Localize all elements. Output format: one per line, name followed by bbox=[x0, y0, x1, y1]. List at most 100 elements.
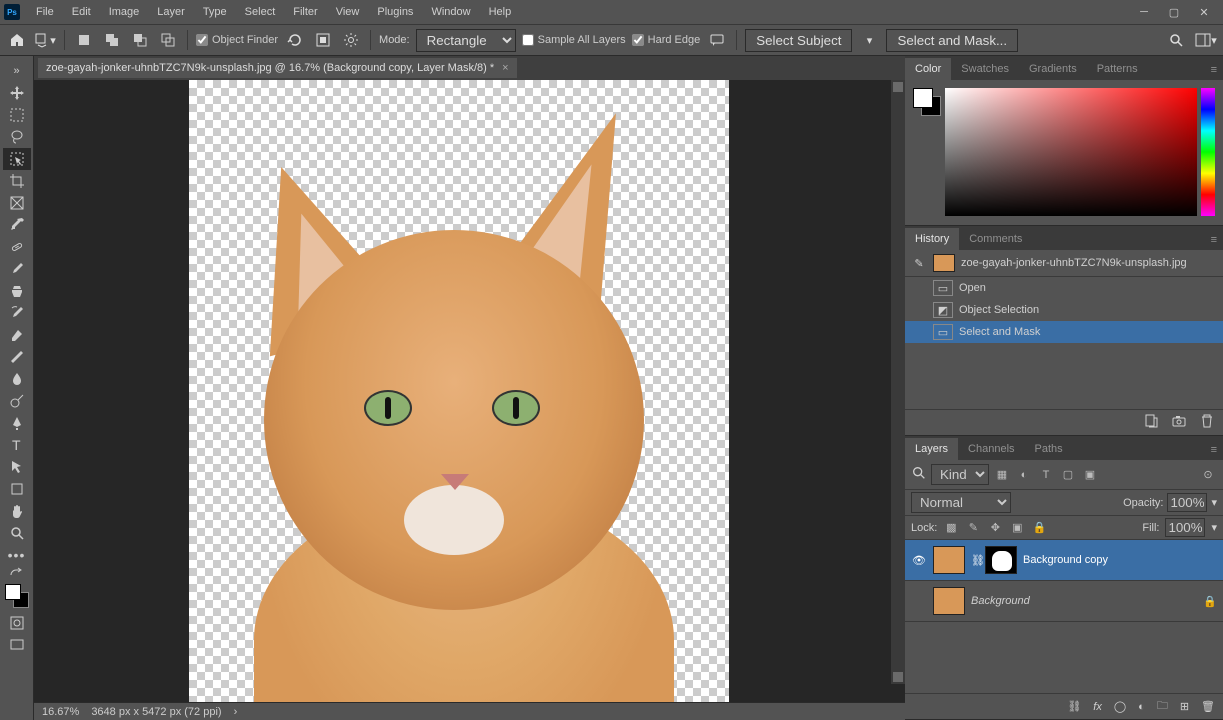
filter-type-icon[interactable]: T bbox=[1037, 466, 1055, 484]
menu-view[interactable]: View bbox=[328, 2, 368, 22]
layer-style-icon[interactable]: fx bbox=[1093, 701, 1102, 713]
foreground-background-colors[interactable] bbox=[5, 584, 29, 608]
history-source[interactable]: ✎ zoe-gayah-jonker-uhnbTZC7N9k-unsplash.… bbox=[905, 250, 1223, 277]
tab-history[interactable]: History bbox=[905, 228, 959, 250]
canvas[interactable] bbox=[34, 80, 905, 702]
layer-lock-icon[interactable]: 🔒 bbox=[1203, 595, 1217, 608]
pen-tool[interactable] bbox=[3, 412, 31, 434]
object-selection-tool[interactable] bbox=[3, 148, 31, 170]
lock-image-icon[interactable]: ✎ bbox=[965, 520, 981, 536]
feedback-icon[interactable] bbox=[706, 29, 728, 51]
type-tool[interactable]: T bbox=[3, 434, 31, 456]
blend-mode-select[interactable]: Normal bbox=[911, 492, 1011, 513]
delete-layer-icon[interactable]: 🗑 bbox=[1201, 700, 1215, 713]
opacity-input[interactable] bbox=[1167, 493, 1207, 512]
filter-smart-icon[interactable]: ▣ bbox=[1081, 466, 1099, 484]
new-adjustment-icon[interactable]: ◐ bbox=[1138, 701, 1145, 713]
refresh-icon[interactable] bbox=[284, 29, 306, 51]
menu-layer[interactable]: Layer bbox=[149, 2, 193, 22]
home-icon[interactable] bbox=[6, 29, 28, 51]
close-button[interactable]: ✕ bbox=[1189, 2, 1219, 22]
tab-channels[interactable]: Channels bbox=[958, 438, 1024, 460]
vertical-scrollbar[interactable] bbox=[891, 80, 905, 684]
menu-plugins[interactable]: Plugins bbox=[369, 2, 421, 22]
layer-name[interactable]: Background copy bbox=[1023, 554, 1108, 566]
tab-swatches[interactable]: Swatches bbox=[951, 58, 1019, 80]
show-overlay-icon[interactable] bbox=[312, 29, 334, 51]
mode-select[interactable]: Rectangle bbox=[416, 29, 516, 52]
new-snapshot-icon[interactable] bbox=[1171, 413, 1187, 432]
new-selection-icon[interactable] bbox=[73, 29, 95, 51]
eyedropper-tool[interactable] bbox=[3, 214, 31, 236]
intersect-selection-icon[interactable] bbox=[157, 29, 179, 51]
layer-thumbnail[interactable] bbox=[933, 546, 965, 574]
tab-color[interactable]: Color bbox=[905, 58, 951, 80]
select-and-mask-button[interactable]: Select and Mask... bbox=[886, 29, 1018, 52]
zoom-tool[interactable] bbox=[3, 522, 31, 544]
marquee-tool[interactable] bbox=[3, 104, 31, 126]
lock-artboard-icon[interactable]: ▣ bbox=[1009, 520, 1025, 536]
layer-mask-link-icon[interactable]: ⛓ bbox=[971, 554, 979, 567]
color-fgbg[interactable] bbox=[913, 88, 941, 116]
document-tab[interactable]: zoe-gayah-jonker-uhnbTZC7N9k-unsplash.jp… bbox=[38, 58, 517, 78]
blur-tool[interactable] bbox=[3, 368, 31, 390]
layer-name[interactable]: Background bbox=[971, 595, 1030, 607]
chevron-expand-icon[interactable]: » bbox=[3, 60, 31, 82]
layer-thumbnail[interactable] bbox=[933, 587, 965, 615]
menu-file[interactable]: File bbox=[28, 2, 62, 22]
lock-all-icon[interactable]: 🔒 bbox=[1031, 520, 1047, 536]
quick-mask-icon[interactable] bbox=[3, 612, 31, 634]
menu-type[interactable]: Type bbox=[195, 2, 235, 22]
dodge-tool[interactable] bbox=[3, 390, 31, 412]
add-selection-icon[interactable] bbox=[101, 29, 123, 51]
lasso-tool[interactable] bbox=[3, 126, 31, 148]
select-subject-dropdown-icon[interactable]: ▾ bbox=[858, 29, 880, 51]
filter-pixel-icon[interactable]: ▦ bbox=[993, 466, 1011, 484]
panel-menu-icon[interactable]: ≡ bbox=[1205, 60, 1223, 80]
layer-row-background-copy[interactable]: 👁 ⛓ Background copy bbox=[905, 540, 1223, 581]
edit-toolbar-icon[interactable]: ••• bbox=[3, 544, 31, 566]
fill-chevron-icon[interactable]: ▾ bbox=[1211, 521, 1217, 534]
maximize-button[interactable]: ▢ bbox=[1159, 2, 1189, 22]
crop-tool[interactable] bbox=[3, 170, 31, 192]
frame-tool[interactable] bbox=[3, 192, 31, 214]
filter-kind-select[interactable]: Kind bbox=[931, 464, 989, 485]
zoom-level[interactable]: 16.67% bbox=[42, 706, 79, 718]
close-tab-icon[interactable]: × bbox=[502, 62, 508, 74]
screen-mode-icon[interactable] bbox=[3, 634, 31, 656]
layer-visibility-icon[interactable]: 👁 bbox=[911, 554, 927, 567]
lock-position-icon[interactable]: ✥ bbox=[987, 520, 1003, 536]
menu-window[interactable]: Window bbox=[423, 2, 478, 22]
history-step-select-and-mask[interactable]: ▭ Select and Mask bbox=[905, 321, 1223, 343]
tab-paths[interactable]: Paths bbox=[1025, 438, 1073, 460]
opacity-chevron-icon[interactable]: ▾ bbox=[1211, 496, 1217, 509]
hue-slider[interactable] bbox=[1201, 88, 1215, 216]
move-tool[interactable] bbox=[3, 82, 31, 104]
new-group-icon[interactable]: 🗀 bbox=[1157, 697, 1168, 716]
hard-edge-checkbox[interactable]: Hard Edge bbox=[632, 34, 701, 46]
add-mask-icon[interactable]: ◯ bbox=[1114, 700, 1126, 713]
gradient-tool[interactable] bbox=[3, 346, 31, 368]
status-chevron-icon[interactable]: › bbox=[234, 706, 238, 718]
filter-shape-icon[interactable]: ▢ bbox=[1059, 466, 1077, 484]
workspace-icon[interactable]: ▾ bbox=[1195, 29, 1217, 51]
tab-comments[interactable]: Comments bbox=[959, 228, 1032, 250]
fill-input[interactable] bbox=[1165, 518, 1205, 537]
menu-edit[interactable]: Edit bbox=[64, 2, 99, 22]
subtract-selection-icon[interactable] bbox=[129, 29, 151, 51]
history-brush-tool[interactable] bbox=[3, 302, 31, 324]
filter-toggle-icon[interactable]: ⊙ bbox=[1199, 466, 1217, 484]
menu-image[interactable]: Image bbox=[101, 2, 148, 22]
delete-state-icon[interactable] bbox=[1199, 413, 1215, 432]
sample-all-layers-checkbox[interactable]: Sample All Layers bbox=[522, 34, 626, 46]
tab-gradients[interactable]: Gradients bbox=[1019, 58, 1087, 80]
menu-filter[interactable]: Filter bbox=[285, 2, 325, 22]
object-finder-checkbox[interactable]: Object Finder bbox=[196, 34, 278, 46]
brush-tool[interactable] bbox=[3, 258, 31, 280]
select-subject-button[interactable]: Select Subject bbox=[745, 29, 852, 52]
hand-tool[interactable] bbox=[3, 500, 31, 522]
layer-row-background[interactable]: Background 🔒 bbox=[905, 581, 1223, 622]
menu-help[interactable]: Help bbox=[481, 2, 520, 22]
clone-stamp-tool[interactable] bbox=[3, 280, 31, 302]
panel-menu-icon[interactable]: ≡ bbox=[1205, 440, 1223, 460]
